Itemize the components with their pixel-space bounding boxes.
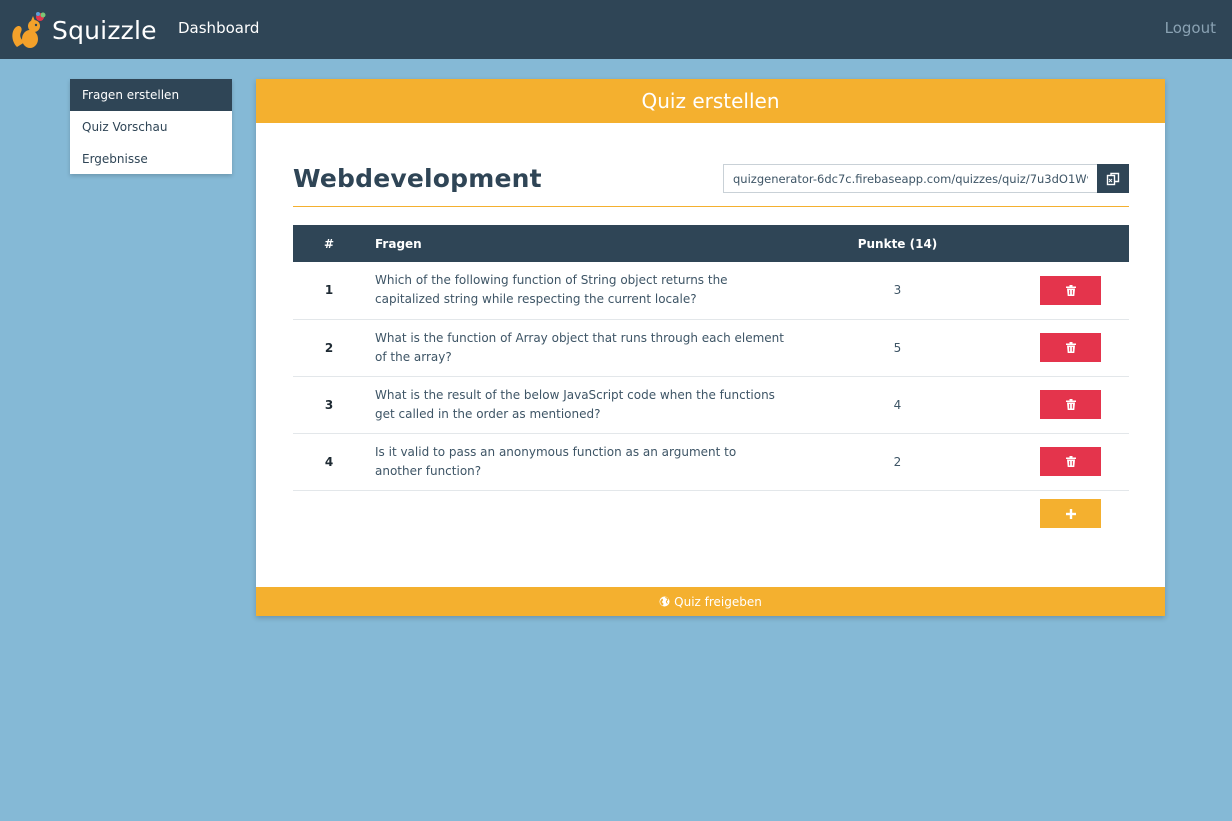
brand-name: Squizzle [52,15,157,45]
top-navbar: Squizzle Dashboard Logout [0,0,1232,59]
share-url-input[interactable] [723,164,1097,193]
delete-question-button[interactable] [1040,447,1101,476]
sidebar-item-fragen-erstellen[interactable]: Fragen erstellen [70,79,232,111]
logout-link[interactable]: Logout [1165,19,1216,37]
globe-icon [659,596,670,607]
plus-icon [1065,508,1076,519]
table-header-row: # Fragen Punkte (14) [293,225,1129,262]
question-text[interactable]: What is the function of Array object tha… [375,329,785,367]
brand[interactable]: Squizzle [11,11,157,49]
question-number: 3 [293,376,365,434]
question-points: 3 [775,262,1020,320]
question-text[interactable]: Is it valid to pass an anonymous functio… [375,443,785,481]
col-header-question: Fragen [365,225,775,262]
add-question-button[interactable] [1040,499,1101,529]
nav-dashboard-link[interactable]: Dashboard [178,19,259,37]
col-header-number: # [293,225,365,262]
delete-question-button[interactable] [1040,275,1101,305]
sidebar-item-ergebnisse[interactable]: Ergebnisse [70,143,232,175]
delete-question-button[interactable] [1040,390,1101,419]
share-quiz-label: Quiz freigeben [674,594,762,609]
col-header-points: Punkte (14) [775,225,1020,262]
questions-table: # Fragen Punkte (14) 1 Which of the foll… [293,225,1129,537]
question-points: 4 [775,376,1020,434]
quiz-card: Quiz erstellen Webdevelopment # Fragen P… [256,79,1165,616]
sidebar-item-quiz-vorschau[interactable]: Quiz Vorschau [70,111,232,143]
delete-question-button[interactable] [1040,333,1101,362]
share-quiz-button[interactable]: Quiz freigeben [256,587,1165,616]
add-row [293,490,1129,537]
question-points: 2 [775,433,1020,491]
sidebar: Fragen erstellen Quiz Vorschau Ergebniss… [70,79,232,174]
copy-icon [1106,172,1120,185]
trash-icon [1065,399,1076,410]
table-row[interactable]: 1 Which of the following function of Str… [293,262,1129,320]
squirrel-icon [12,12,46,48]
table-row[interactable]: 2 What is the function of Array object t… [293,319,1129,377]
question-number: 2 [293,319,365,377]
question-text[interactable]: Which of the following function of Strin… [375,271,785,309]
share-url-group [723,164,1129,193]
card-header: Quiz erstellen [256,79,1165,123]
table-row[interactable]: 3 What is the result of the below JavaSc… [293,376,1129,434]
title-divider [293,206,1129,207]
trash-icon [1065,284,1076,296]
question-number: 4 [293,433,365,491]
copy-url-button[interactable] [1097,164,1129,193]
trash-icon [1065,342,1076,353]
table-row[interactable]: 4 Is it valid to pass an anonymous funct… [293,433,1129,491]
question-number: 1 [293,262,365,320]
question-points: 5 [775,319,1020,377]
col-header-actions [1020,225,1129,262]
question-text[interactable]: What is the result of the below JavaScri… [375,386,785,424]
quiz-title: Webdevelopment [293,164,542,193]
trash-icon [1065,456,1076,467]
